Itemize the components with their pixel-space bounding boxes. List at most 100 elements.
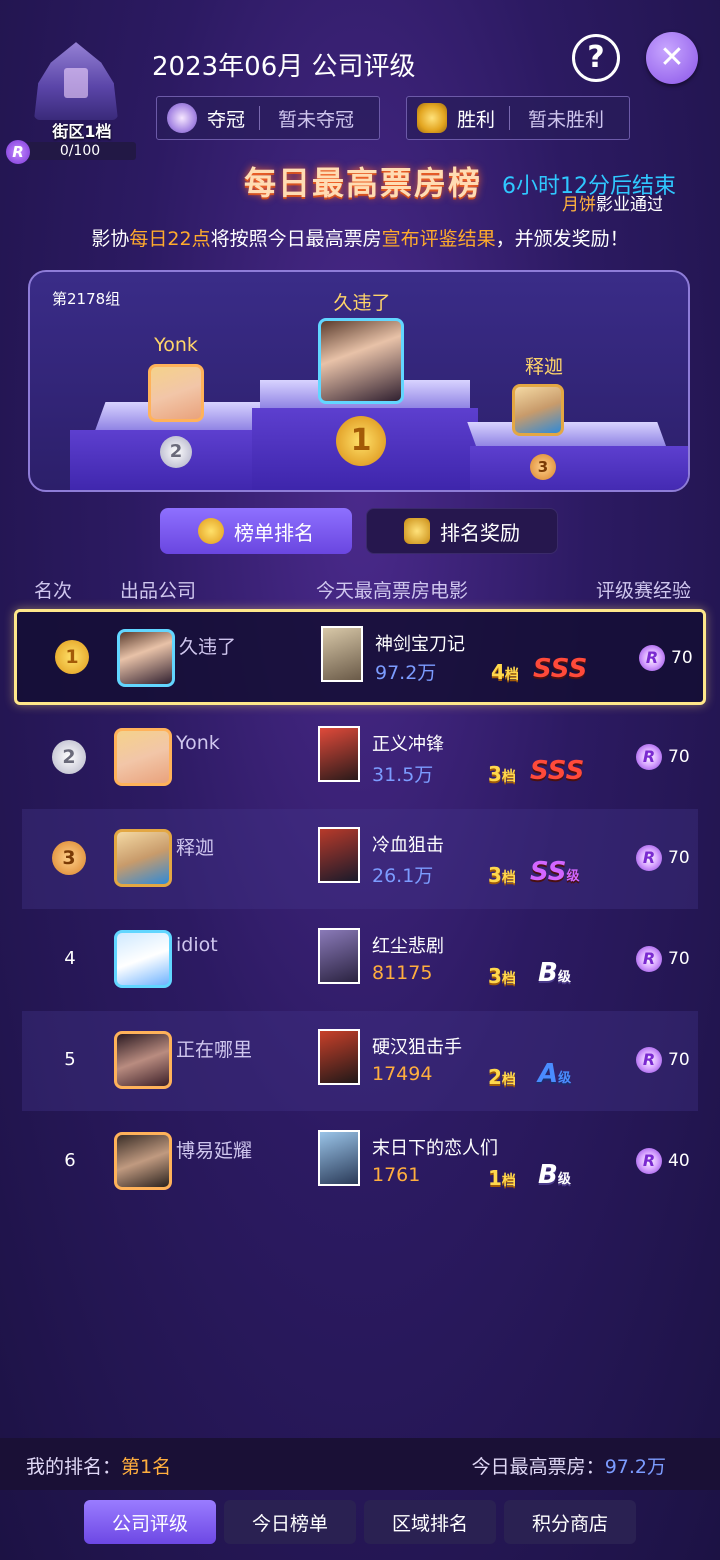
- exp-value: 70: [668, 747, 690, 767]
- r-coin-icon: R: [639, 645, 665, 671]
- poster-icon: [318, 726, 360, 782]
- district-progress-bar: 0/100: [24, 142, 136, 160]
- grade-value: B: [538, 958, 558, 988]
- divider: [509, 106, 511, 130]
- company-avatar[interactable]: [117, 629, 175, 687]
- grade-suffix: 级: [558, 1071, 572, 1086]
- medal-icon: 2: [160, 436, 192, 468]
- page-title: 2023年06月 公司评级: [152, 52, 416, 82]
- win-label: 胜利: [457, 108, 496, 131]
- tier-value: 1: [488, 1166, 502, 1190]
- tier-suffix: 档: [504, 667, 519, 683]
- podium-second-name: Yonk: [154, 334, 198, 356]
- my-rank-label: 我的排名：: [26, 1456, 122, 1478]
- company-name: idiot: [176, 934, 218, 956]
- notice-result: 宣布评鉴结果: [381, 228, 496, 250]
- poster-icon: [318, 827, 360, 883]
- grade-suffix: 级: [557, 970, 571, 985]
- divider: [259, 106, 261, 130]
- grade-badge: SS级: [530, 857, 580, 887]
- award-notice: 影协每日22点将按照今日最高票房宣布评鉴结果，并颁发奖励！: [0, 224, 720, 251]
- my-rank-value: 第1名: [121, 1456, 172, 1478]
- podium-third-name: 释迦: [524, 356, 563, 378]
- tab-ranking[interactable]: 榜单排名: [160, 508, 352, 554]
- podium-third-avatar[interactable]: [512, 384, 564, 436]
- box-office: 17494: [372, 1063, 433, 1085]
- tab-reward-label: 排名奖励: [440, 520, 520, 545]
- table-row[interactable]: 6 博易延耀 末日下的恋人们 1761 1档 B级 R 40: [22, 1112, 698, 1212]
- table-row[interactable]: 4 idiot 红尘悲剧 81175 3档 B级 R 70: [22, 910, 698, 1010]
- notice-text: 将按照今日最高票房: [210, 228, 382, 250]
- crown-icon: [167, 103, 197, 133]
- r-coin-icon: R: [636, 1148, 662, 1174]
- nav-region-rank[interactable]: 区域排名: [364, 1500, 496, 1544]
- company-avatar[interactable]: [114, 1031, 172, 1089]
- table-row[interactable]: 1 久违了 神剑宝刀记 97.2万 4档 SSS R 70: [14, 609, 706, 705]
- crown-label: 夺冠: [207, 108, 246, 131]
- exp-value: 70: [668, 848, 690, 868]
- column-header-company: 出品公司: [120, 580, 197, 602]
- tier-badge: 3档: [488, 863, 516, 887]
- tier-badge: 3档: [488, 762, 516, 786]
- grade-value: A: [538, 1059, 559, 1089]
- notice-time: 每日22点: [129, 228, 211, 250]
- nav-points-shop[interactable]: 积分商店: [504, 1500, 636, 1544]
- crown-stat: 夺冠 暂未夺冠: [156, 96, 380, 140]
- r-coin-icon: R: [6, 140, 30, 164]
- movie-title: 神剑宝刀记: [375, 634, 465, 655]
- company-avatar[interactable]: [114, 1132, 172, 1190]
- tier-suffix: 档: [501, 971, 516, 987]
- tier-suffix: 档: [501, 870, 516, 886]
- grade-badge: SSS: [530, 756, 585, 786]
- poster-icon: [321, 626, 363, 682]
- tier-badge: 1档: [488, 1166, 516, 1190]
- district-badge[interactable]: 街区1档 0/100 R: [6, 38, 136, 164]
- medal-icon: 1: [336, 416, 386, 466]
- company-avatar[interactable]: [114, 930, 172, 988]
- exp-value: 70: [668, 1050, 690, 1070]
- poster-icon: [318, 1130, 360, 1186]
- district-progress-text: 0/100: [59, 143, 101, 159]
- company-avatar[interactable]: [114, 728, 172, 786]
- tier-value: 4: [491, 660, 505, 684]
- poster-icon: [318, 928, 360, 984]
- podium-second-avatar[interactable]: [148, 364, 204, 422]
- tier-suffix: 档: [501, 769, 516, 785]
- column-header-movie: 今天最高票房电影: [316, 580, 469, 602]
- close-button[interactable]: ✕: [646, 32, 698, 84]
- tab-reward[interactable]: 排名奖励: [366, 508, 558, 554]
- rank-number: 5: [64, 1049, 76, 1070]
- r-coin-icon: R: [636, 946, 662, 972]
- ticker-highlight: 月饼: [562, 195, 596, 215]
- grade-suffix: 级: [566, 869, 580, 884]
- help-button[interactable]: ?: [572, 34, 620, 82]
- win-value: 暂未胜利: [528, 108, 605, 131]
- crown-value: 暂未夺冠: [278, 108, 355, 131]
- table-row[interactable]: 3 释迦 冷血狙击 26.1万 3档 SS级 R 70: [22, 809, 698, 909]
- r-coin-icon: R: [636, 744, 662, 770]
- company-name: 久违了: [179, 636, 237, 658]
- table-row[interactable]: 5 正在哪里 硬汉狙击手 17494 2档 A级 R 70: [22, 1011, 698, 1111]
- rank-number: 6: [64, 1150, 76, 1171]
- movie-title: 红尘悲剧: [372, 936, 444, 957]
- medal-icon: 3: [530, 454, 556, 480]
- district-level: 街区1档: [52, 122, 112, 141]
- podium-panel: 第2178组 久违了 1 Yonk 2 释迦 3: [28, 270, 690, 492]
- podium-first-avatar[interactable]: [318, 318, 404, 404]
- trophy-icon: [417, 103, 447, 133]
- company-name: Yonk: [176, 732, 220, 754]
- today-box-value: 97.2万: [604, 1456, 666, 1478]
- box-office: 31.5万: [372, 764, 434, 786]
- nav-today-board[interactable]: 今日榜单: [224, 1500, 356, 1544]
- my-rank: 我的排名：第1名: [26, 1452, 171, 1479]
- tier-value: 3: [488, 863, 502, 887]
- table-row[interactable]: 2 Yonk 正义冲锋 31.5万 3档 SSS R 70: [22, 708, 698, 808]
- company-avatar[interactable]: [114, 829, 172, 887]
- medal-icon: [198, 518, 224, 544]
- medal-icon: 3: [52, 841, 86, 875]
- company-name: 正在哪里: [176, 1039, 253, 1061]
- box-office: 26.1万: [372, 865, 434, 887]
- grade-badge: B级: [538, 1160, 571, 1190]
- nav-company-rating[interactable]: 公司评级: [84, 1500, 216, 1544]
- podium-front-third: [470, 446, 688, 490]
